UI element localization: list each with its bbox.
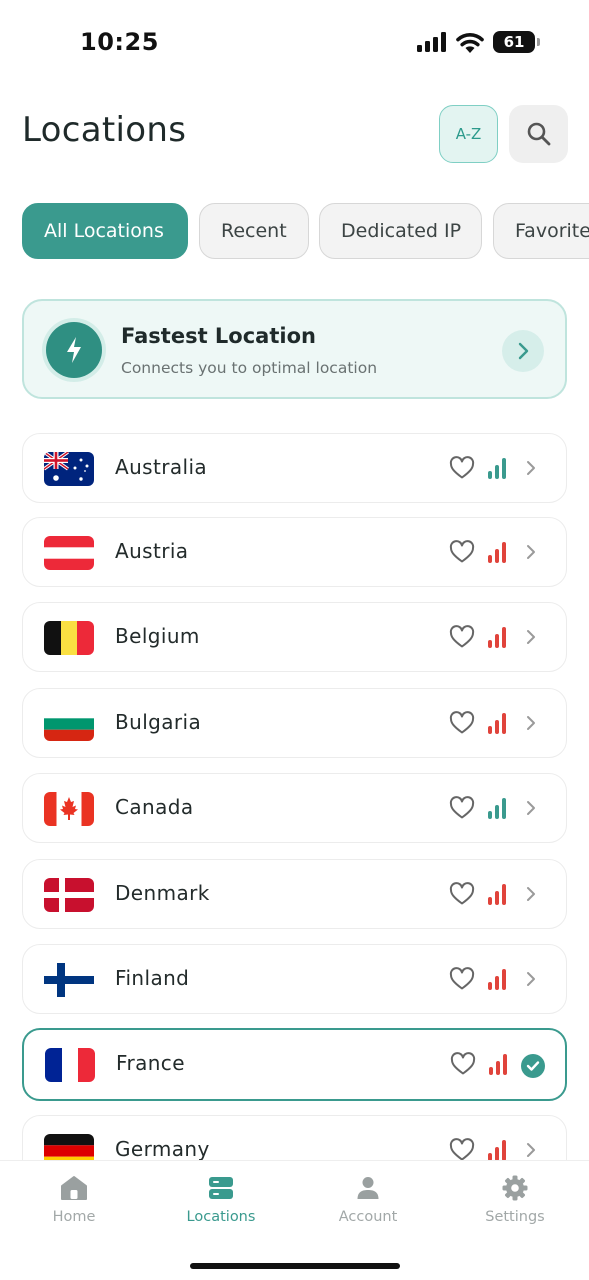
heart-icon[interactable] bbox=[450, 1052, 476, 1076]
tab-label: Dedicated IP bbox=[341, 220, 462, 242]
person-icon bbox=[357, 1177, 379, 1199]
location-name: Canada bbox=[115, 795, 194, 819]
location-row[interactable]: Bulgaria bbox=[22, 688, 567, 758]
chevron-right-icon bbox=[527, 1143, 535, 1157]
fastest-location-card[interactable]: Fastest Location Connects you to optimal… bbox=[22, 299, 567, 399]
check-icon bbox=[521, 1054, 545, 1078]
location-row[interactable]: Australia bbox=[22, 433, 567, 503]
signal-strength-icon bbox=[489, 1054, 507, 1075]
search-button[interactable] bbox=[509, 105, 568, 163]
tab-recent[interactable]: Recent bbox=[199, 203, 309, 259]
status-bar: 10:25 61 bbox=[0, 0, 589, 88]
australia-flag-icon bbox=[44, 452, 94, 486]
canada-flag-icon bbox=[44, 792, 94, 826]
heart-icon[interactable] bbox=[449, 796, 475, 820]
wifi-icon bbox=[456, 32, 484, 53]
location-name: Belgium bbox=[115, 624, 200, 648]
signal-strength-icon bbox=[488, 1140, 506, 1160]
nav-label: Home bbox=[52, 1209, 96, 1225]
chevron-right-icon bbox=[527, 716, 535, 730]
nav-home[interactable]: Home bbox=[14, 1175, 134, 1225]
lightning-icon bbox=[67, 337, 81, 363]
nav-settings[interactable]: Settings bbox=[455, 1175, 575, 1225]
heart-icon[interactable] bbox=[449, 1138, 475, 1160]
location-row[interactable]: Finland bbox=[22, 944, 567, 1014]
signal-strength-icon bbox=[488, 798, 506, 819]
tab-all-locations[interactable]: All Locations bbox=[22, 203, 188, 259]
location-name: Australia bbox=[115, 455, 208, 479]
chevron-right-icon bbox=[518, 342, 529, 360]
tab-label: All Locations bbox=[44, 220, 164, 242]
page-title: Locations bbox=[22, 110, 187, 150]
nav-account[interactable]: Account bbox=[308, 1175, 428, 1225]
location-row[interactable]: Canada bbox=[22, 773, 567, 843]
signal-strength-icon bbox=[488, 627, 506, 648]
location-name: Bulgaria bbox=[115, 710, 202, 734]
status-time: 10:25 bbox=[80, 28, 159, 56]
location-name: Austria bbox=[115, 539, 189, 563]
chevron-right-icon bbox=[527, 630, 535, 644]
tab-dedicated-ip[interactable]: Dedicated IP bbox=[319, 203, 482, 259]
signal-strength-icon bbox=[488, 458, 506, 479]
filter-tabs: All Locations Recent Dedicated IP Favori… bbox=[22, 203, 589, 260]
location-row-selected[interactable]: France bbox=[22, 1028, 567, 1101]
battery-level: 61 bbox=[503, 33, 525, 51]
signal-strength-icon bbox=[488, 542, 506, 563]
bulgaria-flag-icon bbox=[44, 707, 94, 741]
finland-flag-icon bbox=[44, 963, 94, 997]
heart-icon[interactable] bbox=[449, 456, 475, 480]
location-name: Denmark bbox=[115, 881, 210, 905]
signal-strength-icon bbox=[488, 713, 506, 734]
heart-icon[interactable] bbox=[449, 711, 475, 735]
heart-icon[interactable] bbox=[449, 967, 475, 991]
bottom-nav: Home Locations Account Settings bbox=[0, 1160, 589, 1280]
nav-label: Settings bbox=[485, 1209, 545, 1225]
chevron-right-icon bbox=[527, 887, 535, 901]
tab-label: Favorites bbox=[515, 220, 589, 242]
signal-strength-icon bbox=[488, 884, 506, 905]
home-icon bbox=[61, 1176, 87, 1200]
fastest-subtitle: Connects you to optimal location bbox=[121, 359, 378, 377]
heart-icon[interactable] bbox=[449, 540, 475, 564]
location-name: Germany bbox=[115, 1137, 210, 1160]
heart-icon[interactable] bbox=[449, 882, 475, 906]
sort-az-button[interactable]: A-Z bbox=[439, 105, 498, 163]
location-row[interactable]: Germany bbox=[22, 1115, 567, 1160]
nav-label: Locations bbox=[186, 1209, 256, 1225]
location-row[interactable]: Denmark bbox=[22, 859, 567, 929]
tab-favorites[interactable]: Favorites bbox=[493, 203, 589, 259]
germany-flag-icon bbox=[44, 1134, 94, 1160]
battery-icon: 61 bbox=[493, 31, 540, 53]
chevron-right-icon bbox=[527, 801, 535, 815]
signal-icon bbox=[417, 32, 446, 52]
fastest-title: Fastest Location bbox=[121, 324, 316, 348]
nav-label: Account bbox=[338, 1209, 398, 1225]
tab-label: Recent bbox=[221, 220, 287, 242]
location-name: France bbox=[116, 1051, 185, 1075]
heart-icon[interactable] bbox=[449, 625, 475, 649]
belgium-flag-icon bbox=[44, 621, 94, 655]
status-icons: 61 bbox=[417, 31, 540, 53]
chevron-right-icon bbox=[527, 545, 535, 559]
location-list: Australia Austria Belgium Bulgaria Canad… bbox=[22, 433, 567, 1160]
home-indicator bbox=[190, 1263, 400, 1269]
server-icon bbox=[209, 1177, 233, 1199]
denmark-flag-icon bbox=[44, 878, 94, 912]
austria-flag-icon bbox=[44, 536, 94, 570]
france-flag-icon bbox=[45, 1048, 95, 1082]
nav-locations[interactable]: Locations bbox=[161, 1175, 281, 1225]
signal-strength-icon bbox=[488, 969, 506, 990]
location-row[interactable]: Belgium bbox=[22, 602, 567, 672]
sort-az-label: A-Z bbox=[455, 125, 482, 143]
search-icon bbox=[527, 122, 550, 146]
location-row[interactable]: Austria bbox=[22, 517, 567, 587]
chevron-right-icon bbox=[527, 972, 535, 986]
location-name: Finland bbox=[115, 966, 190, 990]
chevron-right-icon bbox=[527, 461, 535, 475]
fastest-icon-badge bbox=[46, 322, 102, 378]
gear-icon bbox=[502, 1175, 528, 1201]
fastest-chevron-button[interactable] bbox=[502, 330, 544, 372]
